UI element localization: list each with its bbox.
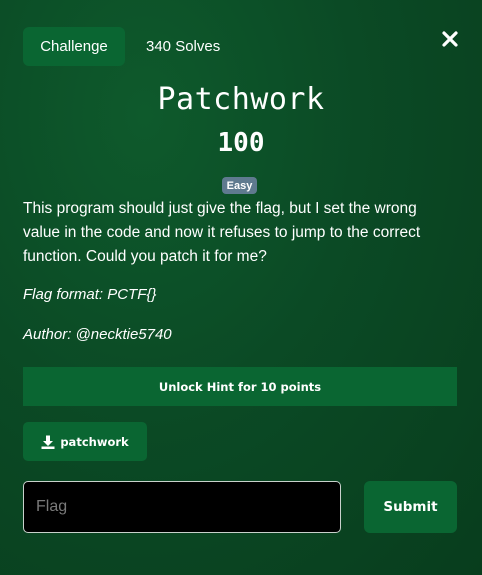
tab-challenge[interactable]: Challenge bbox=[23, 27, 125, 66]
submit-label: Submit bbox=[383, 499, 438, 515]
download-icon bbox=[41, 435, 55, 449]
challenge-points: 100 bbox=[217, 128, 265, 158]
unlock-hint-button[interactable]: Unlock Hint for 10 points bbox=[23, 367, 457, 406]
download-file-label: patchwork bbox=[60, 434, 129, 449]
download-file-button[interactable]: patchwork bbox=[23, 422, 147, 461]
challenge-title: Patchwork bbox=[157, 82, 325, 117]
close-button[interactable] bbox=[440, 29, 460, 49]
submit-button[interactable]: Submit bbox=[364, 481, 457, 533]
flag-format-text: Flag format: PCTF{} bbox=[23, 286, 157, 303]
challenge-description: This program should just give the flag, … bbox=[23, 200, 421, 265]
tab-solves-label: 340 Solves bbox=[146, 38, 221, 55]
tab-solves[interactable]: 340 Solves bbox=[146, 27, 220, 66]
difficulty-badge: Easy bbox=[222, 177, 257, 194]
author-text: Author: @necktie5740 bbox=[23, 326, 172, 343]
unlock-hint-label: Unlock Hint for 10 points bbox=[158, 379, 322, 394]
challenge-modal: Challenge 340 Solves Patchwork 100 Easy … bbox=[0, 0, 482, 575]
flag-input[interactable] bbox=[23, 481, 341, 533]
close-icon bbox=[442, 31, 458, 47]
tab-challenge-label: Challenge bbox=[40, 38, 108, 55]
